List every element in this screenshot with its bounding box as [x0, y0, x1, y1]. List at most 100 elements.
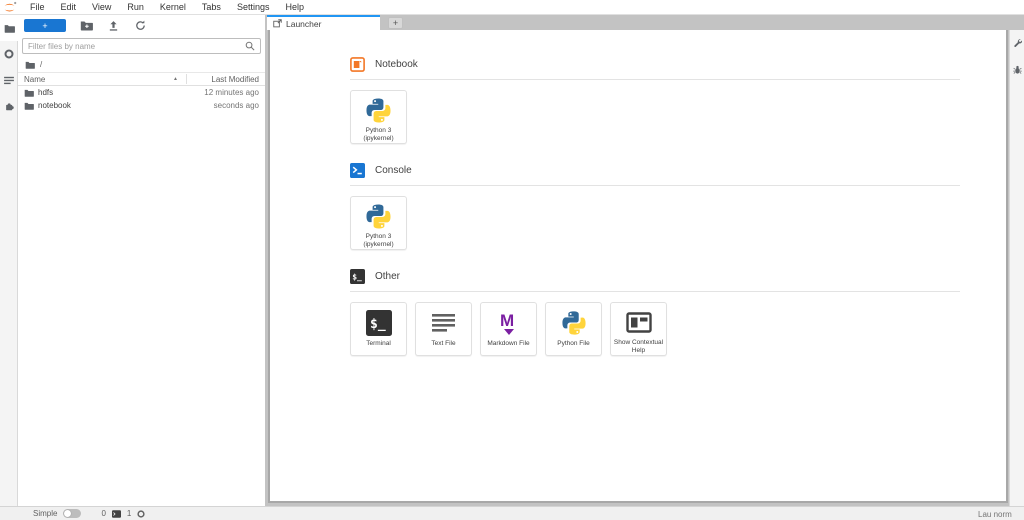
simple-mode-toggle[interactable]	[63, 509, 81, 518]
launcher-card-notebook-python3[interactable]: Python 3 (ipykernel)	[350, 90, 407, 144]
python-logo-icon	[365, 97, 392, 124]
jupyter-logo-icon	[2, 1, 18, 14]
menu-settings[interactable]: Settings	[229, 0, 278, 14]
launcher-body: Notebook Python 3 (ipykernel)	[270, 30, 1006, 356]
folder-icon	[4, 24, 15, 33]
breadcrumb-root[interactable]: /	[40, 60, 42, 69]
refresh-button[interactable]	[133, 19, 147, 32]
terminal-count-icon[interactable]	[112, 510, 121, 518]
notebook-icon	[350, 57, 365, 72]
sidebar-item-extensions[interactable]	[0, 93, 18, 119]
menu-file[interactable]: File	[22, 0, 53, 14]
sidebar-item-file-browser[interactable]	[0, 15, 18, 41]
new-tab-button[interactable]: +	[388, 17, 403, 29]
launcher-card-show-contextual-help[interactable]: Show Contextual Help	[610, 302, 667, 356]
console-icon	[350, 163, 365, 178]
section-divider	[350, 79, 960, 80]
file-row-notebook[interactable]: notebook seconds ago	[18, 99, 265, 112]
terminal-count[interactable]: 0	[101, 509, 105, 518]
file-name: notebook	[38, 101, 71, 110]
launcher-card-terminal[interactable]: $_ Terminal	[350, 302, 407, 356]
table-of-contents-icon	[4, 76, 14, 85]
menu-bar: File Edit View Run Kernel Tabs Settings …	[0, 0, 1024, 15]
markdown-file-icon: M	[497, 309, 521, 337]
text-file-icon	[431, 309, 456, 337]
breadcrumb: /	[18, 56, 265, 72]
launcher-section-other: $_ Other $_ Terminal	[350, 268, 960, 356]
file-browser-toolbar: +	[18, 15, 265, 35]
status-bar: Simple 0 1 Lau norm	[0, 506, 1024, 520]
search-icon	[245, 41, 255, 51]
launcher-card-markdown-file[interactable]: M Markdown File	[480, 302, 537, 356]
card-label: Python 3 (ipykernel)	[363, 233, 393, 249]
launcher-panel: Notebook Python 3 (ipykernel)	[268, 30, 1008, 503]
section-title: Console	[375, 165, 412, 176]
section-title: Other	[375, 271, 400, 282]
python-logo-icon	[365, 203, 392, 230]
launcher-card-text-file[interactable]: Text File	[415, 302, 472, 356]
home-folder-icon[interactable]	[25, 61, 35, 69]
kernel-count[interactable]: 1	[127, 509, 131, 518]
section-title: Notebook	[375, 59, 418, 70]
file-modified: 12 minutes ago	[204, 88, 259, 97]
launcher-section-console: Console Python 3 (ipykernel)	[350, 162, 960, 250]
menu-kernel[interactable]: Kernel	[152, 0, 194, 14]
new-folder-button[interactable]	[79, 19, 93, 32]
launcher-tab-icon	[273, 19, 282, 28]
column-header-last-modified[interactable]: Last Modified	[187, 75, 259, 84]
new-launcher-button[interactable]: +	[24, 19, 66, 32]
svg-text:$_: $_	[352, 272, 362, 281]
refresh-icon	[135, 20, 146, 31]
svg-text:M: M	[500, 311, 514, 330]
card-label: Markdown File	[487, 340, 529, 348]
property-inspector-wrench-icon[interactable]	[1013, 38, 1022, 47]
launcher-card-console-python3[interactable]: Python 3 (ipykernel)	[350, 196, 407, 250]
contextual-help-icon	[626, 309, 652, 336]
file-filter-box	[22, 38, 261, 54]
tab-launcher[interactable]: Launcher	[267, 15, 380, 30]
extensions-puzzle-icon	[4, 101, 14, 111]
file-list-header: Name ▲ Last Modified	[18, 72, 265, 86]
folder-icon	[24, 102, 34, 110]
column-header-name[interactable]: Name	[24, 75, 45, 84]
tab-bar: Launcher +	[265, 15, 1024, 30]
terminal-icon: $_	[350, 269, 365, 284]
card-label: Terminal	[366, 340, 391, 348]
file-row-hdfs[interactable]: hdfs 12 minutes ago	[18, 86, 265, 99]
folder-icon	[24, 89, 34, 97]
main-dock-area: Launcher + Notebook	[265, 15, 1024, 506]
python-logo-icon	[561, 309, 587, 337]
terminal-icon: $_	[366, 309, 392, 337]
svg-text:$_: $_	[370, 317, 386, 332]
file-filter-input[interactable]	[28, 42, 245, 51]
menu-tabs[interactable]: Tabs	[194, 0, 229, 14]
right-sidebar	[1009, 30, 1024, 506]
file-name: hdfs	[38, 88, 53, 97]
menu-edit[interactable]: Edit	[53, 0, 85, 14]
menu-view[interactable]: View	[84, 0, 119, 14]
sort-ascending-icon[interactable]: ▲	[173, 76, 186, 82]
status-right-text: Lau norm	[978, 510, 1012, 519]
menu-run[interactable]: Run	[119, 0, 152, 14]
card-label: Show Contextual Help	[614, 339, 663, 355]
debugger-bug-icon[interactable]	[1013, 65, 1022, 75]
new-folder-icon	[80, 20, 93, 31]
launcher-section-notebook: Notebook Python 3 (ipykernel)	[350, 56, 960, 144]
card-label: Text File	[431, 340, 455, 348]
menu-help[interactable]: Help	[277, 0, 312, 14]
running-kernels-icon	[4, 49, 14, 59]
section-divider	[350, 291, 960, 292]
tab-label: Launcher	[286, 19, 321, 29]
upload-button[interactable]	[106, 19, 120, 32]
card-label: Python File	[557, 340, 590, 348]
launcher-card-python-file[interactable]: Python File	[545, 302, 602, 356]
card-label: Python 3 (ipykernel)	[363, 127, 393, 143]
sidebar-item-running-kernels[interactable]	[0, 41, 18, 67]
kernel-count-icon[interactable]	[137, 510, 145, 518]
upload-icon	[108, 20, 119, 32]
toggle-knob	[64, 510, 71, 517]
sidebar-item-table-of-contents[interactable]	[0, 67, 18, 93]
section-divider	[350, 185, 960, 186]
file-modified: seconds ago	[214, 101, 259, 110]
simple-mode-label: Simple	[33, 509, 57, 518]
